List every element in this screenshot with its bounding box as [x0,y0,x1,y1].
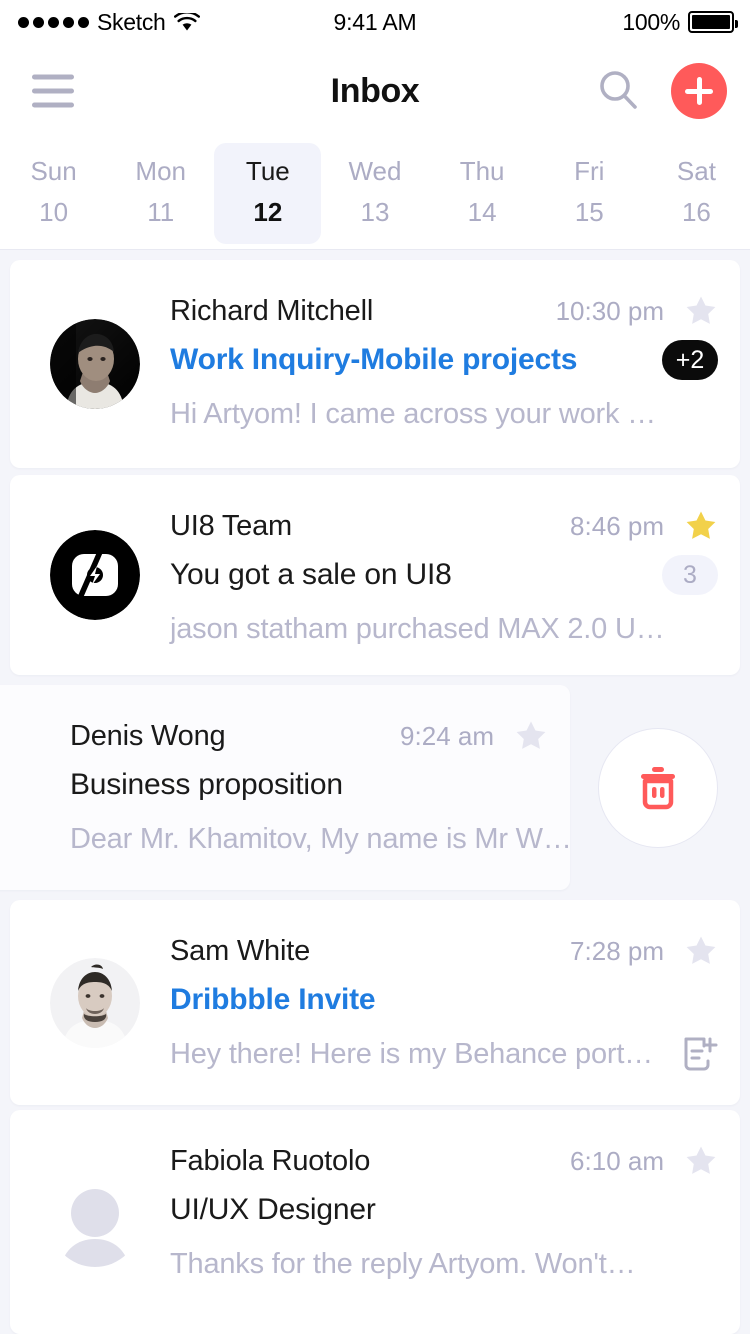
delete-email-button[interactable] [598,727,718,848]
avatar [50,1177,140,1267]
avatar-photo [50,957,140,1048]
battery-percent-label: 100% [622,8,680,35]
ui8-logo-icon [50,530,140,620]
week-day-number: 12 [253,196,283,227]
week-day-number: 11 [147,196,175,227]
avatar-placeholder-icon [60,1189,130,1267]
email-body: UI8 Team 8:46 pm You got a sale on UI8 3 jas… [170,507,718,653]
email-preview: Thanks for the reply Artyom. Won't… [170,1247,636,1280]
email-card[interactable]: Fabiola Ruotolo 6:10 am UI/UX Designer Than… [10,1110,740,1334]
email-preview: Hi Artyom! I came across your work … [170,397,656,430]
search-icon[interactable] [595,67,643,115]
week-day-fri[interactable]: Fri 15 [536,143,643,243]
email-time: 8:46 pm [570,510,664,541]
email-row[interactable]: Sam White 7:28 pm Dribbble Invite Hey there… [0,900,750,1105]
email-body: Fabiola Ruotolo 6:10 am UI/UX Designer Than… [170,1142,718,1288]
status-bar: Sketch 9:41 AM 100% [0,0,750,44]
email-time: 9:24 am [400,720,494,751]
email-time: 6:10 am [570,1145,664,1176]
email-subject: You got a sale on UI8 [170,558,452,591]
avatar [50,957,140,1048]
sender-name: Fabiola Ruotolo [170,1144,371,1177]
email-preview: Dear Mr. Khamitov, My name is Mr W… [70,822,572,855]
week-day-mon[interactable]: Mon 11 [107,143,214,243]
week-day-name: Wed [348,156,402,187]
navigation-bar: Inbox [0,44,750,138]
email-subject: Business proposition [70,768,343,801]
week-day-name: Sat [676,156,716,187]
email-preview: Hey there! Here is my Behance port… [170,1037,653,1070]
sender-name: Richard Mitchell [170,294,374,327]
email-card[interactable]: Sam White 7:28 pm Dribbble Invite Hey there… [10,900,740,1105]
week-day-tue[interactable]: Tue 12 [214,143,322,244]
email-row[interactable]: Richard Mitchell 10:30 pm Work Inquiry-Mob… [0,260,750,468]
email-subject: UI/UX Designer [170,1193,376,1226]
email-row[interactable]: Fabiola Ruotolo 6:10 am UI/UX Designer Than… [0,1110,750,1334]
week-day-sat[interactable]: Sat 16 [643,143,750,243]
email-subject: Dribbble Invite [170,983,376,1016]
email-time: 10:30 pm [555,295,664,326]
week-day-number: 14 [467,196,497,227]
email-row[interactable]: UI8 Team 8:46 pm You got a sale on UI8 3 jas… [0,475,750,675]
attachment-count-badge: +2 [662,340,718,380]
battery-icon [688,11,738,33]
week-day-name: Mon [135,156,186,187]
sender-name: Denis Wong [70,719,226,752]
star-icon[interactable] [514,719,548,753]
sender-name: Sam White [170,934,311,967]
avatar [50,530,140,620]
email-body: Denis Wong 9:24 am Business proposition Dea… [70,717,572,863]
week-day-number: 16 [681,196,711,227]
week-day-number: 13 [360,196,390,227]
email-row[interactable]: Denis Wong 9:24 am Business proposition Dea… [0,685,750,890]
week-day-name: Fri [574,156,605,187]
star-icon[interactable] [684,1144,718,1178]
week-day-sun[interactable]: Sun 10 [0,143,107,243]
week-day-name: Sun [30,156,77,187]
week-day-name: Thu [459,156,505,187]
week-day-thu[interactable]: Thu 14 [429,143,536,243]
star-icon[interactable] [684,509,718,543]
star-icon[interactable] [684,294,718,328]
email-card[interactable]: UI8 Team 8:46 pm You got a sale on UI8 3 jas… [10,475,740,675]
compose-button[interactable] [671,63,727,119]
email-list[interactable]: Richard Mitchell 10:30 pm Work Inquiry-Mob… [0,250,750,1334]
email-time: 7:28 pm [570,935,664,966]
email-body: Richard Mitchell 10:30 pm Work Inquiry-Mob… [170,292,718,438]
draft-note-add-icon [684,1037,718,1071]
email-card[interactable]: Richard Mitchell 10:30 pm Work Inquiry-Mob… [10,260,740,468]
inbox-screen: Sketch 9:41 AM 100% Inbox Sun 10 Mon 11 … [0,0,750,1334]
status-bar-right: 100% [622,8,738,36]
draft-note-add-icon[interactable] [682,1035,718,1073]
email-subject: Work Inquiry-Mobile projects [170,343,578,376]
thread-count-badge: 3 [662,555,718,595]
week-day-name: Tue [245,156,290,187]
email-preview: jason statham purchased MAX 2.0 U… [170,612,665,645]
trash-icon [641,766,675,809]
week-day-number: 10 [39,196,69,227]
sender-name: UI8 Team [170,509,292,542]
week-day-number: 15 [574,196,604,227]
star-icon[interactable] [684,934,718,968]
avatar [50,319,140,409]
avatar-photo [50,319,140,409]
week-day-strip: Sun 10 Mon 11 Tue 12 Wed 13 Thu 14 Fri 15 Sat 16 [0,138,750,250]
plus-icon-vertical [696,77,702,105]
email-card[interactable]: Denis Wong 9:24 am Business proposition Dea… [0,685,572,890]
email-body: Sam White 7:28 pm Dribbble Invite Hey there… [170,932,718,1078]
week-day-wed[interactable]: Wed 13 [321,143,428,243]
